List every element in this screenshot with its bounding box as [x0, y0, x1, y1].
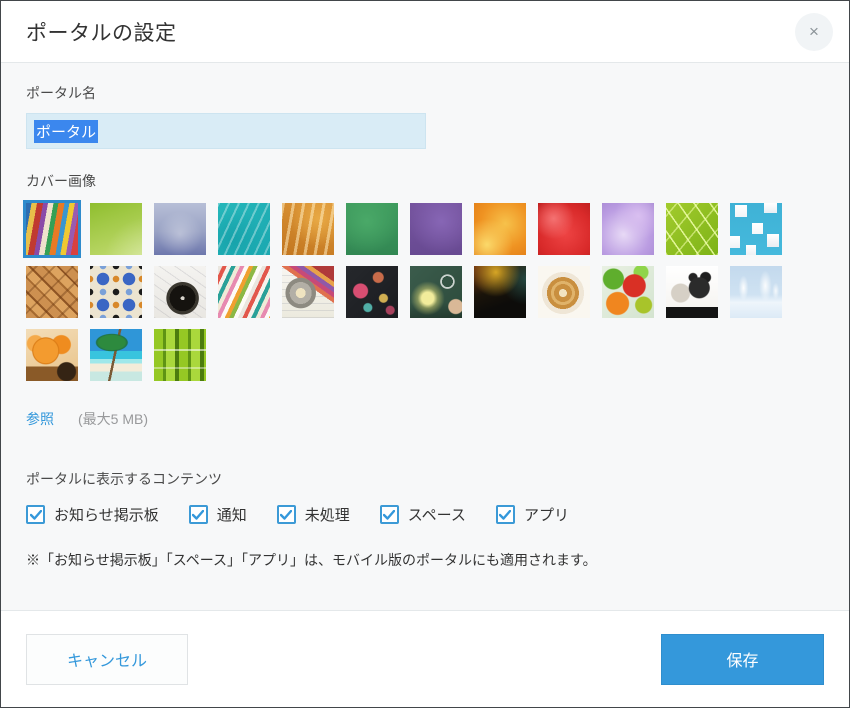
cover-thumbnail-green-leaf[interactable]	[666, 203, 718, 255]
cover-thumbnail-compass-map[interactable]	[154, 266, 206, 318]
checkbox-label-apps: アプリ	[523, 507, 569, 524]
cover-thumbnail-orange-grunge[interactable]	[282, 203, 334, 255]
cover-thumbnail-lightbulbs-chalkboard[interactable]	[410, 266, 462, 318]
cover-thumbnail-mosaic-tiles[interactable]	[90, 266, 142, 318]
checkbox-item-notice-board[interactable]: お知らせ掲示板	[26, 504, 159, 525]
cover-thumbnail-colored-pencils[interactable]	[26, 203, 78, 255]
cover-thumbnail-palm-beach[interactable]	[90, 329, 142, 381]
cover-thumbnail-wood-weave[interactable]	[26, 266, 78, 318]
checkbox-apps[interactable]	[495, 505, 515, 524]
contents-label: ポータルに表示するコンテンツ	[26, 471, 222, 487]
cover-thumbnail-winter-trees[interactable]	[730, 266, 782, 318]
size-limit-text: (最大5 MB)	[78, 411, 148, 427]
portal-name-input[interactable]: ポータル	[26, 113, 426, 149]
cover-thumbnail-chalkboard-questions[interactable]	[346, 266, 398, 318]
mobile-note: ※「お知らせ掲示板」「スペース」「アプリ」は、モバイル版のポータルにも適用されま…	[26, 552, 597, 568]
browse-link[interactable]: 参照	[26, 409, 54, 429]
cover-thumbnail-books-stack[interactable]	[218, 266, 270, 318]
cover-thumbnail-blue-cubes[interactable]	[730, 203, 782, 255]
checkbox-label-notifications: 通知	[216, 507, 247, 524]
checkbox-item-apps[interactable]: アプリ	[495, 504, 569, 525]
cover-thumbnail-red-flower[interactable]	[538, 203, 590, 255]
cover-thumbnail-purple-fabric[interactable]	[410, 203, 462, 255]
cover-thumbnail-teal-paint[interactable]	[218, 203, 270, 255]
cover-thumbnail-dog[interactable]	[666, 266, 718, 318]
cover-thumbnail-purple-flower[interactable]	[602, 203, 654, 255]
cover-thumbnail-pumpkins-basket[interactable]	[26, 329, 78, 381]
dialog-header: ポータルの設定 ×	[1, 1, 849, 63]
checkbox-item-unprocessed[interactable]: 未処理	[276, 504, 350, 525]
portal-name-selected-text: ポータル	[34, 119, 99, 143]
cover-thumbnail-bamboo[interactable]	[154, 329, 206, 381]
cover-thumbnail-blue-gray-gradient[interactable]	[154, 203, 206, 255]
close-button[interactable]: ×	[795, 12, 833, 51]
checkbox-unprocessed[interactable]	[276, 505, 296, 524]
cover-image-grid	[26, 203, 798, 381]
cover-thumbnail-vegetables[interactable]	[602, 266, 654, 318]
checkbox-notice-board[interactable]	[26, 505, 45, 524]
cover-thumbnail-green-curves[interactable]	[90, 203, 142, 255]
cancel-button[interactable]: キャンセル	[26, 633, 188, 685]
dialog-footer: キャンセル 保存	[1, 610, 849, 707]
checkbox-spaces[interactable]	[379, 505, 399, 524]
contents-checkbox-row: お知らせ掲示板 通知 未処理 スペース アプリ	[26, 504, 824, 525]
portal-settings-dialog: ポータルの設定 × ポータル名 ポータル カバー画像 参照 (最大5 MB) ポ…	[0, 0, 850, 708]
checkbox-label-spaces: スペース	[407, 507, 466, 524]
cover-thumbnail-green-fabric[interactable]	[346, 203, 398, 255]
checkbox-label-notice-board: お知らせ掲示板	[54, 507, 159, 524]
checkbox-notifications[interactable]	[188, 505, 208, 524]
cover-thumbnail-latte-heart[interactable]	[538, 266, 590, 318]
checkbox-item-spaces[interactable]: スペース	[379, 504, 466, 525]
cover-thumbnail-gear-blueprint[interactable]	[282, 266, 334, 318]
dialog-body: ポータル名 ポータル カバー画像 参照 (最大5 MB) ポータルに表示するコン…	[1, 63, 849, 610]
cover-thumbnail-orange-flower[interactable]	[474, 203, 526, 255]
cover-thumbnail-dark-gold-gradient[interactable]	[474, 266, 526, 318]
save-button[interactable]: 保存	[661, 633, 824, 685]
dialog-title: ポータルの設定	[26, 21, 177, 45]
checkbox-label-unprocessed: 未処理	[304, 507, 350, 524]
close-icon: ×	[809, 22, 819, 41]
checkbox-item-notifications[interactable]: 通知	[188, 504, 247, 525]
browse-row: 参照 (最大5 MB)	[26, 409, 824, 429]
portal-name-label: ポータル名	[26, 85, 96, 101]
cover-image-label: カバー画像	[26, 173, 96, 189]
